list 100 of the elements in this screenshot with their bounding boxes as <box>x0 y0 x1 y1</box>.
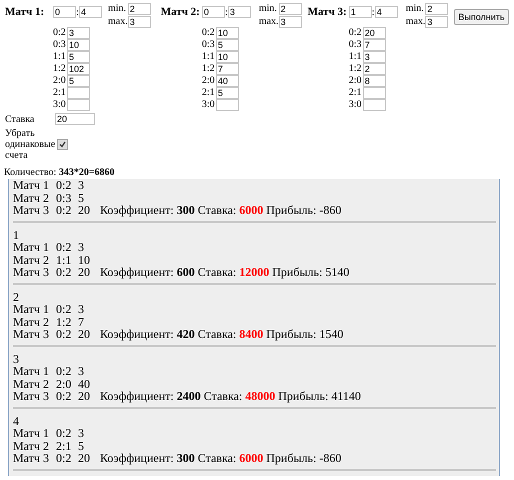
odds-text: 3 <box>78 427 85 440</box>
score-label: 0:2 <box>202 27 216 39</box>
match-name: Матч 1 <box>13 365 50 378</box>
odds-input[interactable]: 102 <box>67 63 90 75</box>
score-separator: : <box>76 6 79 18</box>
min-input[interactable]: 2 <box>128 3 151 15</box>
remove-duplicates-checkbox[interactable] <box>57 139 68 150</box>
odds-input[interactable]: 40 <box>216 75 239 87</box>
min-input[interactable]: 2 <box>278 3 302 15</box>
odds-input[interactable]: 3 <box>67 27 90 39</box>
odds-input[interactable]: 2 <box>362 63 386 75</box>
score-separator: : <box>224 6 228 18</box>
stake-label: Ставка <box>5 114 36 124</box>
odds-text: 3 <box>78 303 85 316</box>
min-label: min. <box>258 3 278 15</box>
odds-input[interactable] <box>362 99 386 111</box>
score-label: 0:3 <box>348 39 362 51</box>
odds-text: 10 <box>78 254 91 266</box>
score-label: 3:0 <box>202 99 216 111</box>
score-label: 1:1 <box>202 51 216 63</box>
match-name: Матч 2 <box>13 254 50 266</box>
score-label: 2:0 <box>348 75 362 87</box>
score-text: 2:1 <box>56 440 72 452</box>
odds-input[interactable]: 20 <box>362 27 386 39</box>
stake-input[interactable]: 20 <box>55 113 95 125</box>
odds-input[interactable]: 5 <box>67 75 90 87</box>
score-text: 1:1 <box>56 254 72 266</box>
score-label: 0:2 <box>348 27 362 39</box>
match-name: Матч 3 <box>13 204 50 216</box>
score-input[interactable]: 4 <box>79 6 102 18</box>
min-input[interactable]: 2 <box>425 3 448 15</box>
odds-text: 20 <box>78 452 91 464</box>
odds-input[interactable]: 10 <box>216 51 239 63</box>
score-input[interactable]: 0 <box>53 6 76 18</box>
match-name: Матч 3 <box>13 452 50 464</box>
odds-input[interactable] <box>216 99 239 111</box>
match-name: Матч 2 <box>13 378 50 390</box>
score-text: 0:2 <box>56 452 72 464</box>
score-text: 0:3 <box>56 192 72 204</box>
odds-input[interactable]: 7 <box>362 39 386 51</box>
odds-text: 3 <box>78 241 85 254</box>
result-summary: Коэффициент: 600 Ставка: 12000 Прибыль: 5140 <box>100 266 350 278</box>
remove-duplicates-label: Убрать одинаковые счета <box>5 128 55 161</box>
match-label: Матч 2: <box>160 5 200 20</box>
odds-input[interactable]: 8 <box>362 75 386 87</box>
score-text: 0:2 <box>56 328 72 340</box>
max-input[interactable]: 3 <box>425 16 448 28</box>
score-input[interactable]: 3 <box>228 6 251 18</box>
odds-text: 20 <box>78 328 91 340</box>
odds-input[interactable]: 10 <box>216 27 239 39</box>
odds-input[interactable]: 5 <box>67 51 90 63</box>
odds-text: 3 <box>78 179 85 192</box>
score-label: 2:1 <box>53 87 67 99</box>
score-input[interactable]: 1 <box>348 6 372 18</box>
max-input[interactable]: 3 <box>278 16 302 28</box>
match-name: Матч 3 <box>13 266 50 278</box>
score-label: 2:1 <box>202 87 216 99</box>
match-name: Матч 2 <box>13 316 50 328</box>
result-summary: Коэффициент: 420 Ставка: 8400 Прибыль: 1540 <box>100 328 344 340</box>
odds-input[interactable] <box>362 87 386 99</box>
score-label: 2:1 <box>348 87 362 99</box>
match-label: Матч 3: <box>308 5 347 20</box>
score-label: 1:2 <box>348 63 362 75</box>
odds-input[interactable]: 3 <box>362 51 386 63</box>
match-name: Матч 3 <box>13 328 50 340</box>
odds-input[interactable] <box>67 99 90 111</box>
score-text: 0:2 <box>56 390 72 402</box>
max-label: max. <box>406 16 426 28</box>
score-text: 0:2 <box>56 266 72 278</box>
max-input[interactable]: 3 <box>128 16 151 28</box>
odds-text: 20 <box>78 204 91 216</box>
match-label: Матч 1: <box>5 5 46 20</box>
match-name: Матч 3 <box>13 390 50 402</box>
odds-text: 7 <box>78 316 85 328</box>
count-text: Количество: 343*20=6860 <box>4 167 116 179</box>
odds-input[interactable] <box>67 87 90 99</box>
score-label: 0:3 <box>202 39 216 51</box>
odds-input[interactable]: 5 <box>216 39 239 51</box>
run-button[interactable]: Выполнить <box>454 9 509 25</box>
result-summary: Коэффициент: 300 Ставка: 6000 Прибыль: -860 <box>100 204 342 216</box>
score-label: 3:0 <box>53 99 67 111</box>
odds-text: 40 <box>78 378 91 390</box>
score-label: 1:1 <box>53 51 67 63</box>
score-label: 2:0 <box>202 75 216 87</box>
odds-input[interactable]: 7 <box>216 63 239 75</box>
score-input[interactable]: 4 <box>374 6 398 18</box>
result-summary: Коэффициент: 2400 Ставка: 48000 Прибыль: 41140 <box>100 390 361 402</box>
score-text: 0:2 <box>56 179 72 192</box>
result-index: 4 <box>13 414 19 427</box>
odds-text: 20 <box>78 266 91 278</box>
result-index: 1 <box>13 228 19 241</box>
odds-input[interactable]: 5 <box>216 87 239 99</box>
score-label: 0:2 <box>53 27 67 39</box>
odds-text: 3 <box>78 365 85 378</box>
odds-input[interactable]: 10 <box>67 39 90 51</box>
score-text: 0:2 <box>56 303 72 316</box>
match-name: Матч 2 <box>13 192 50 204</box>
odds-text: 5 <box>78 192 85 204</box>
score-text: 0:2 <box>56 427 72 440</box>
score-input[interactable]: 0 <box>202 6 225 18</box>
